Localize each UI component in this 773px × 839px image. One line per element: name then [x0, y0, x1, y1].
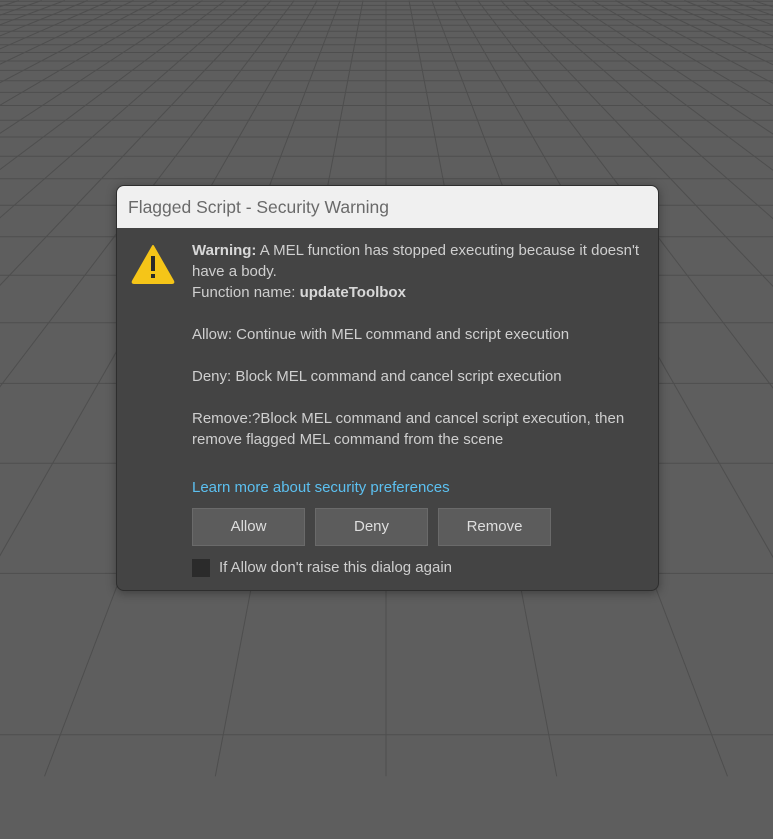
grid-line [0, 0, 65, 26]
learn-more-link[interactable]: Learn more about security preferences [192, 478, 450, 498]
allow-description: Allow: Continue with MEL command and scr… [192, 326, 570, 343]
function-name: updateToolbox [299, 284, 406, 301]
grid-line [661, 0, 773, 50]
warning-label: Warning: [192, 242, 257, 259]
function-name-label: Function name: [192, 284, 300, 301]
grid-line [707, 0, 773, 26]
grid-line [0, 0, 134, 65]
grid-line [684, 0, 773, 37]
grid-line [0, 0, 111, 50]
warning-text: A MEL function has stopped executing bec… [192, 242, 640, 280]
grid-line [730, 0, 773, 16]
security-warning-dialog: Flagged Script - Security Warning Warnin… [116, 185, 659, 591]
warning-triangle-icon [131, 245, 175, 284]
deny-button[interactable]: Deny [315, 508, 428, 546]
dialog-title: Flagged Script - Security Warning [128, 197, 389, 217]
grid-line [0, 0, 42, 16]
grid-line [0, 0, 88, 37]
grid-line [0, 0, 19, 8]
allow-button[interactable]: Allow [192, 508, 305, 546]
dialog-message: Warning: A MEL function has stopped exec… [192, 240, 642, 450]
grid-line [753, 0, 773, 8]
dont-raise-checkbox[interactable] [192, 559, 210, 577]
remove-description: Remove:?Block MEL command and cancel scr… [192, 410, 625, 448]
deny-description: Deny: Block MEL command and cancel scrip… [192, 368, 562, 385]
remove-button[interactable]: Remove [438, 508, 551, 546]
dont-raise-checkbox-row[interactable]: If Allow don't raise this dialog again [192, 558, 452, 578]
dont-raise-checkbox-label[interactable]: If Allow don't raise this dialog again [219, 558, 452, 578]
dialog-titlebar[interactable]: Flagged Script - Security Warning [117, 186, 658, 228]
